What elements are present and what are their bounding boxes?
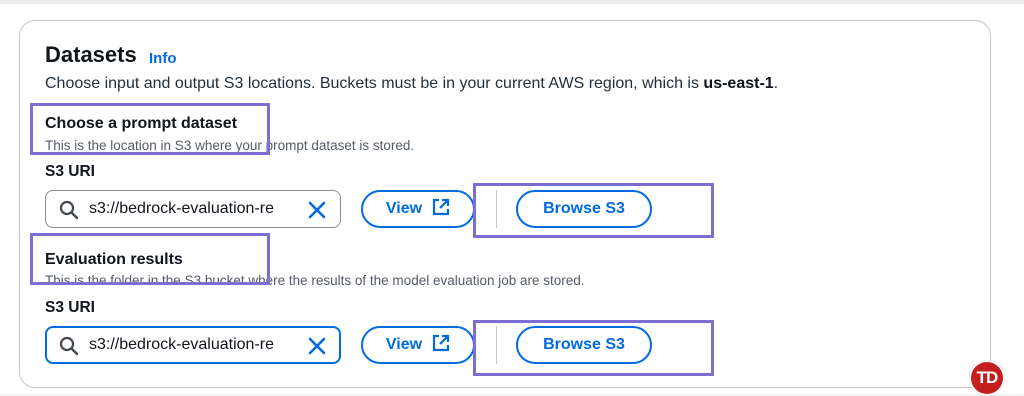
prompt-view-button[interactable]: View: [361, 190, 475, 228]
prompt-dataset-description: This is the location in S3 where your pr…: [45, 138, 415, 153]
results-s3-uri-value[interactable]: s3://bedrock-evaluation-re: [89, 336, 301, 354]
search-icon: [59, 336, 79, 361]
search-icon: [59, 200, 79, 225]
datasets-heading: Datasets: [45, 42, 137, 67]
prompt-dataset-title: Choose a prompt dataset: [45, 115, 238, 132]
prompt-s3-uri-label: S3 URI: [45, 163, 95, 180]
prompt-s3-uri-value[interactable]: s3://bedrock-evaluation-re: [89, 200, 301, 218]
region-text: us-east-1: [703, 75, 774, 92]
datasets-description: Choose input and output S3 locations. Bu…: [45, 75, 778, 93]
evaluation-results-title: Evaluation results: [45, 251, 183, 268]
description-suffix: .: [773, 75, 779, 92]
info-link[interactable]: Info: [149, 50, 177, 67]
description-text: Choose input and output S3 locations. Bu…: [45, 75, 704, 92]
results-view-button[interactable]: View: [361, 326, 475, 364]
evaluation-results-description: This is the folder in the S3 bucket wher…: [45, 273, 585, 288]
close-icon[interactable]: [307, 200, 327, 225]
results-s3-uri-input[interactable]: s3://bedrock-evaluation-re: [45, 326, 341, 364]
close-icon[interactable]: [307, 336, 327, 361]
prompt-s3-uri-input[interactable]: s3://bedrock-evaluation-re: [45, 190, 341, 228]
view-button-label: View: [385, 336, 423, 353]
external-link-icon: [432, 198, 450, 221]
prompt-browse-s3-button[interactable]: Browse S3: [516, 190, 652, 228]
results-browse-s3-button[interactable]: Browse S3: [516, 326, 652, 364]
watermark-logo: TD: [969, 360, 1005, 396]
view-button-label: View: [385, 200, 423, 217]
divider: [496, 326, 497, 364]
results-s3-uri-label: S3 URI: [45, 299, 95, 316]
external-link-icon: [432, 334, 450, 357]
divider: [496, 190, 497, 228]
